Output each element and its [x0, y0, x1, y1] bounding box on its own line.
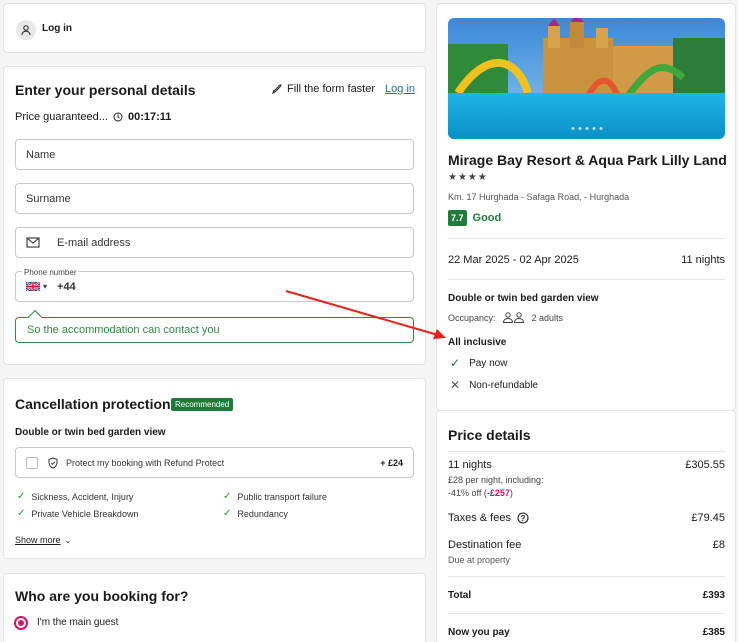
occupancy-value: 2 adults: [531, 312, 564, 323]
show-more-button[interactable]: Show more ⌄: [15, 535, 71, 545]
refund-protect-option[interactable]: Protect my booking with Refund Protect +…: [15, 447, 414, 478]
divider: [448, 238, 725, 239]
refund-label: Protect my booking with Refund Protect: [66, 457, 225, 468]
refund-checkbox[interactable]: [26, 456, 38, 469]
chevron-down-icon: ⌄: [64, 535, 72, 545]
booking-for-card: Who are you booking for? I'm the main gu…: [3, 573, 426, 642]
benefit-item: ✓ Sickness, Accident, Injury: [17, 491, 134, 502]
hotel-name: Mirage Bay Resort & Aqua Park Lilly Land: [448, 152, 727, 168]
login-link[interactable]: Log in: [42, 23, 72, 34]
review-score: 7.7 Good: [448, 210, 501, 226]
occupancy-label: Occupancy:: [448, 312, 496, 323]
check-icon: ✓: [223, 508, 232, 519]
fill-faster: Fill the form faster Log in: [271, 83, 415, 95]
main-guest-label: I'm the main guest: [37, 617, 119, 628]
user-icon: [16, 20, 36, 40]
login-link-form[interactable]: Log in: [385, 83, 415, 95]
email-placeholder: E-mail address: [57, 236, 131, 249]
refund-price: + £24: [380, 457, 403, 468]
hotel-summary-card: Mirage Bay Resort & Aqua Park Lilly Land…: [436, 3, 736, 411]
check-icon: ✓: [223, 491, 232, 502]
dates: 22 Mar 2025 - 02 Apr 2025: [448, 254, 579, 266]
main-guest-radio[interactable]: [14, 616, 28, 630]
check-icon: ✓: [17, 491, 26, 502]
cancellation-title: Cancellation protection: [15, 396, 171, 412]
board-type: All inclusive: [448, 337, 507, 348]
benefit-item: ✓ Public transport failure: [223, 491, 327, 502]
room-type: Double or twin bed garden view: [448, 293, 599, 304]
occupancy: Occupancy: 2 adults: [448, 312, 563, 323]
section-title: Enter your personal details: [15, 82, 196, 98]
divider: [448, 613, 725, 614]
price-guaranteed-text: Price guaranteed...: [15, 111, 108, 123]
fill-faster-text: Fill the form faster: [287, 83, 376, 95]
destination-note: Due at property: [448, 555, 511, 565]
discount: -41% off (-£257): [448, 488, 513, 498]
price-guarantee: Price guaranteed... 00:17:11: [15, 111, 171, 123]
rocket-icon: [271, 84, 282, 95]
personal-details-card: Enter your personal details Fill the for…: [3, 66, 426, 365]
contact-hint: So the accommodation can contact you: [15, 317, 414, 343]
cancellation-card: Cancellation protection Recommended Doub…: [3, 378, 426, 559]
refund-row: ✕ Non-refundable: [450, 378, 538, 392]
stay-dates: 22 Mar 2025 - 02 Apr 2025 11 nights: [448, 254, 725, 266]
clock-icon: [113, 112, 123, 122]
close-icon: ✕: [450, 378, 461, 392]
divider: [448, 576, 725, 577]
hotel-image: [448, 18, 725, 139]
phone-label: Phone number: [22, 268, 79, 277]
carousel-dots[interactable]: [571, 127, 602, 130]
room-name: Double or twin bed garden view: [15, 427, 166, 438]
name-field[interactable]: Name: [15, 139, 414, 170]
email-field[interactable]: E-mail address: [15, 227, 414, 258]
chevron-down-icon[interactable]: ▾: [43, 282, 47, 291]
shield-icon: [48, 456, 58, 469]
divider: [448, 279, 725, 280]
benefit-item: ✓ Redundancy: [223, 508, 288, 519]
pay-now-row: ✓ Pay now: [450, 356, 508, 370]
surname-field[interactable]: Surname: [15, 183, 414, 214]
recommended-badge: Recommended: [171, 398, 234, 411]
help-icon[interactable]: ?: [517, 512, 529, 524]
envelope-icon: [26, 237, 40, 248]
rating-badge: 7.7: [448, 210, 467, 226]
benefit-item: ✓ Private Vehicle Breakdown: [17, 508, 139, 519]
people-icon: [502, 312, 524, 323]
booking-for-title: Who are you booking for?: [15, 588, 189, 604]
taxes-row: Taxes & fees ? £79.45: [448, 512, 725, 524]
hotel-photo[interactable]: [448, 18, 725, 139]
check-icon: ✓: [17, 508, 26, 519]
nights-row: 11 nights £305.55: [448, 459, 725, 471]
now-pay-row: Now you pay £385: [448, 627, 725, 638]
timer: 00:17:11: [127, 111, 172, 123]
check-icon: ✓: [450, 356, 461, 370]
per-night: £28 per night, including:: [448, 475, 544, 485]
star-rating: ★★★★: [448, 172, 488, 183]
login-card: Log in: [3, 3, 426, 53]
phone-code: +44: [57, 280, 76, 293]
price-title: Price details: [448, 427, 531, 443]
hotel-address: Km. 17 Hurghada - Safaga Road, - Hurghad…: [448, 192, 630, 202]
divider: [448, 451, 725, 452]
total-row: Total £393: [448, 590, 725, 601]
nights: 11 nights: [681, 254, 725, 266]
destination-row: Destination fee £8: [448, 539, 725, 551]
uk-flag-icon: [26, 282, 40, 291]
price-details-card: Price details 11 nights £305.55 £28 per …: [436, 410, 736, 642]
rating-label: Good: [472, 212, 502, 224]
svg-text:?: ?: [521, 514, 526, 523]
